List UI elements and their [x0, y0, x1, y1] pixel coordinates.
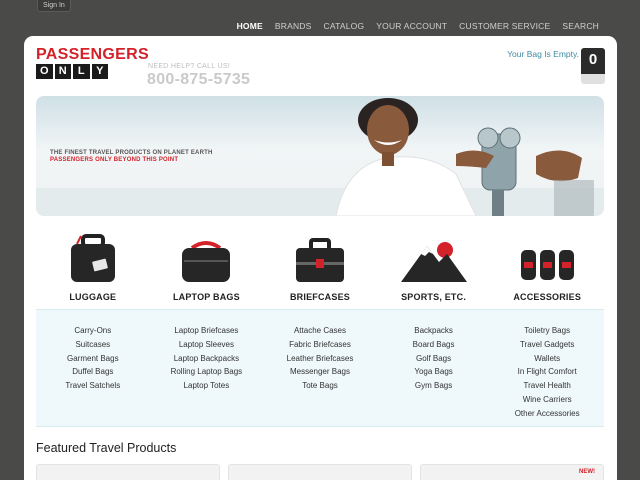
nav-home[interactable]: HOME: [237, 21, 263, 31]
logo-letter: O: [36, 64, 53, 79]
list-item[interactable]: In Flight Comfort: [490, 365, 604, 379]
hero-banner[interactable]: THE FINEST TRAVEL PRODUCTS ON PLANET EAR…: [36, 96, 604, 216]
luggage-links: Carry-Ons Suitcases Garment Bags Duffel …: [36, 324, 150, 426]
briefcases-links: Attache Cases Fabric Briefcases Leather …: [263, 324, 377, 426]
list-item[interactable]: Suitcases: [36, 338, 150, 352]
logo-line-1: PASSENGERS: [36, 46, 149, 63]
list-item[interactable]: Other Accessories: [490, 407, 604, 421]
list-item[interactable]: Travel Health: [490, 379, 604, 393]
list-item[interactable]: Toiletry Bags: [490, 324, 604, 338]
nav-search[interactable]: SEARCH: [562, 21, 599, 31]
featured-products: NEW!: [36, 464, 604, 480]
product-card[interactable]: [228, 464, 412, 480]
help-text: NEED HELP? CALL US!: [148, 63, 231, 70]
category-title: ACCESSORIES: [513, 292, 582, 302]
accessories-links: Toiletry Bags Travel Gadgets Wallets In …: [490, 324, 604, 426]
phone-number: 800-875-5735: [147, 71, 251, 88]
list-item[interactable]: Fabric Briefcases: [263, 338, 377, 352]
category-title: LUGGAGE: [69, 292, 117, 302]
list-item[interactable]: Wallets: [490, 352, 604, 366]
briefcase-icon: [295, 238, 344, 282]
category-link-panel: Carry-Ons Suitcases Garment Bags Duffel …: [36, 309, 604, 427]
mountain-icon: [400, 242, 467, 282]
laptop-bag-icon: [182, 241, 231, 282]
category-laptop-bags[interactable]: LAPTOP BAGS: [150, 228, 264, 302]
category-briefcases[interactable]: BRIEFCASES: [263, 228, 377, 302]
logo-line-2: O N L Y: [36, 64, 149, 79]
list-item[interactable]: Rolling Laptop Bags: [150, 365, 264, 379]
list-item[interactable]: Garment Bags: [36, 352, 150, 366]
list-item[interactable]: Laptop Briefcases: [150, 324, 264, 338]
sign-in-link[interactable]: Sign In: [37, 0, 71, 12]
new-badge: NEW!: [579, 469, 595, 475]
list-item[interactable]: Laptop Backpacks: [150, 352, 264, 366]
category-luggage[interactable]: LUGGAGE: [36, 228, 150, 302]
bag-count-badge[interactable]: 0: [581, 48, 605, 84]
sports-links: Backpacks Board Bags Golf Bags Yoga Bags…: [377, 324, 491, 426]
list-item[interactable]: Carry-Ons: [36, 324, 150, 338]
category-title: LAPTOP BAGS: [172, 292, 240, 302]
category-accessories[interactable]: ACCESSORIES: [490, 228, 604, 302]
logo-letter: N: [54, 64, 71, 79]
list-item[interactable]: Gym Bags: [377, 379, 491, 393]
list-item[interactable]: Leather Briefcases: [263, 352, 377, 366]
luggage-icon: [70, 234, 115, 282]
hero-image: [36, 98, 604, 216]
list-item[interactable]: Yoga Bags: [377, 365, 491, 379]
product-card[interactable]: [36, 464, 220, 480]
featured-heading: Featured Travel Products: [36, 441, 177, 455]
list-item[interactable]: Travel Gadgets: [490, 338, 604, 352]
logo-letter: Y: [91, 64, 108, 79]
category-title: SPORTS, ETC.: [401, 292, 467, 302]
bag-status[interactable]: Your Bag Is Empty.: [507, 49, 579, 59]
product-card[interactable]: NEW!: [420, 464, 604, 480]
list-item[interactable]: Laptop Sleeves: [150, 338, 264, 352]
nav-catalog[interactable]: CATALOG: [324, 21, 365, 31]
list-item[interactable]: Attache Cases: [263, 324, 377, 338]
site-logo[interactable]: PASSENGERS O N L Y: [36, 46, 149, 79]
nav-customer-service[interactable]: CUSTOMER SERVICE: [459, 21, 550, 31]
accessories-icon: [521, 250, 575, 280]
top-navigation: HOME BRANDS CATALOG YOUR ACCOUNT CUSTOME…: [237, 21, 599, 31]
list-item[interactable]: Wine Carriers: [490, 393, 604, 407]
list-item[interactable]: Travel Satchels: [36, 379, 150, 393]
hero-subtagline: PASSENGERS ONLY BEYOND THIS POINT: [50, 157, 179, 163]
hero-tagline: THE FINEST TRAVEL PRODUCTS ON PLANET EAR…: [50, 150, 213, 156]
laptop-bags-links: Laptop Briefcases Laptop Sleeves Laptop …: [150, 324, 264, 426]
list-item[interactable]: Board Bags: [377, 338, 491, 352]
category-title: BRIEFCASES: [289, 292, 350, 302]
category-row: LUGGAGE LAPTOP BAGS BRIEFCASES SPORTS, E…: [36, 228, 604, 302]
nav-your-account[interactable]: YOUR ACCOUNT: [376, 21, 447, 31]
list-item[interactable]: Tote Bags: [263, 379, 377, 393]
list-item[interactable]: Backpacks: [377, 324, 491, 338]
main-panel: PASSENGERS O N L Y NEED HELP? CALL US! 8…: [24, 36, 617, 480]
list-item[interactable]: Laptop Totes: [150, 379, 264, 393]
list-item[interactable]: Golf Bags: [377, 352, 491, 366]
list-item[interactable]: Duffel Bags: [36, 365, 150, 379]
nav-brands[interactable]: BRANDS: [275, 21, 312, 31]
list-item[interactable]: Messenger Bags: [263, 365, 377, 379]
logo-letter: L: [73, 64, 90, 79]
category-sports[interactable]: SPORTS, ETC.: [377, 228, 491, 302]
